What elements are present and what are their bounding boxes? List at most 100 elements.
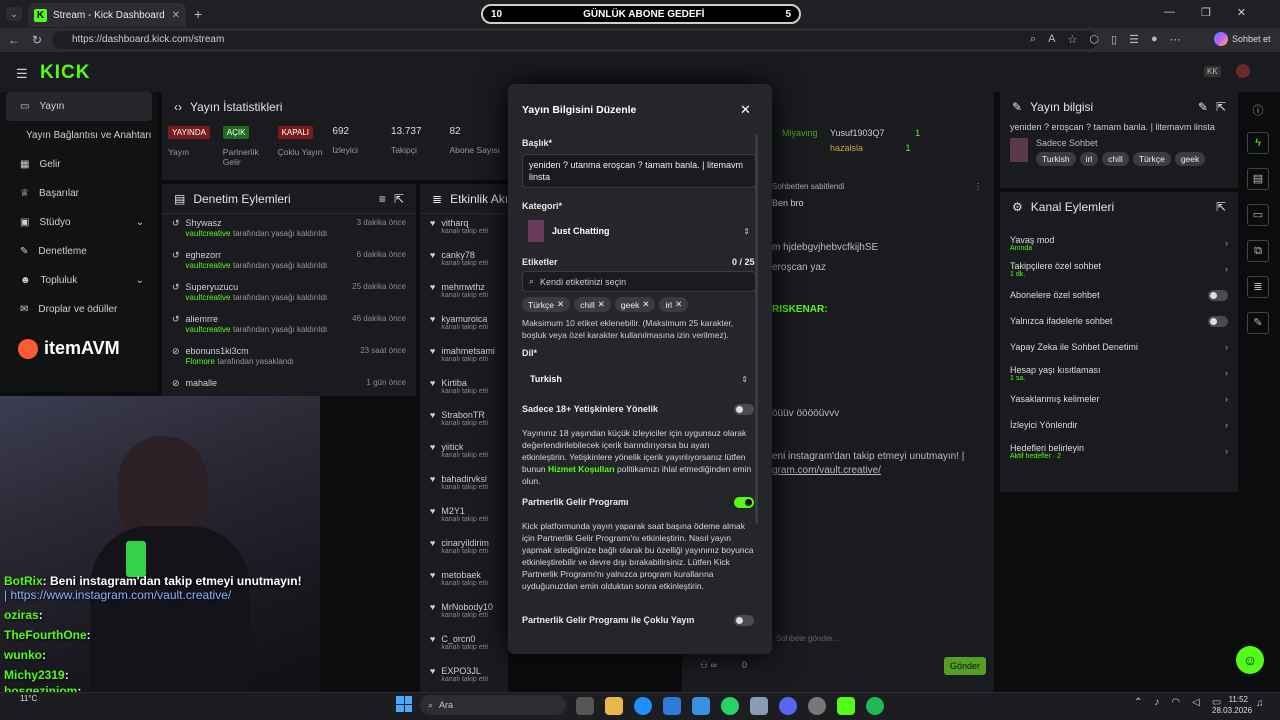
copilot-button[interactable]: Sohbet et: [1214, 32, 1271, 46]
extensions-icon[interactable]: ⬡: [1089, 33, 1099, 46]
channel-action-item[interactable]: Yavaş mod Anında ›: [1000, 230, 1238, 256]
sidebar-item-studyo[interactable]: ▣ Stüdyo ⌄: [0, 208, 158, 237]
sidebar-item-yayin[interactable]: ▭ Yayın: [6, 92, 152, 121]
activity-desc: kanalı takip etti: [441, 292, 489, 299]
sidebar-item-basarilar[interactable]: ♕ Başarılar: [0, 179, 158, 208]
modal-scrollbar[interactable]: [755, 134, 758, 524]
title-input[interactable]: yeniden ? utanma eroşcan ? tamam banla. …: [522, 154, 756, 188]
remove-tag-icon[interactable]: ✕: [675, 299, 682, 310]
modal-tag[interactable]: irl ✕: [659, 297, 689, 312]
multistream-toggle[interactable]: [734, 615, 754, 626]
weather-widget[interactable]: 11°C: [20, 694, 37, 703]
sidebar-item-droplar[interactable]: ✉ Droplar ve ödüller: [0, 295, 158, 324]
remove-tag-icon[interactable]: ✕: [642, 299, 649, 310]
taskbar-search[interactable]: ⌕ Ara: [420, 695, 566, 715]
doc-icon[interactable]: ▤: [1247, 168, 1269, 190]
channel-action-item[interactable]: Hesap yaşı kısıtlaması 1 sa. ›: [1000, 360, 1238, 386]
remove-tag-icon[interactable]: ✕: [557, 299, 564, 310]
pin-icon[interactable]: ⋮: [974, 182, 982, 191]
edge-icon[interactable]: [634, 697, 652, 715]
explorer-icon[interactable]: [605, 697, 623, 715]
wifi-icon[interactable]: ◠: [1171, 697, 1180, 708]
spotify-icon[interactable]: [866, 697, 884, 715]
taskview-icon[interactable]: [576, 697, 594, 715]
browser-tab[interactable]: K Stream - Kick Dashboard ✕: [28, 3, 186, 27]
channel-action-item[interactable]: Takipçilere özel sohbet 1 dk. ›: [1000, 256, 1238, 282]
favorite-icon[interactable]: ☆: [1068, 33, 1078, 46]
channel-toggle[interactable]: [1208, 289, 1228, 301]
terms-link[interactable]: Hizmet Koşulları: [548, 464, 615, 474]
reload-icon[interactable]: ↻: [32, 33, 42, 47]
info-icon[interactable]: ⓘ: [1253, 102, 1264, 118]
read-aloud-icon[interactable]: A: [1048, 33, 1055, 46]
channel-action-item[interactable]: Yalnızca ifadelerle sohbet: [1000, 308, 1238, 334]
chat-input[interactable]: Sohbete gönder...: [772, 630, 982, 648]
ext-icon[interactable]: KK: [1204, 66, 1221, 77]
profile-icon[interactable]: ●: [1151, 33, 1158, 46]
edit-icon[interactable]: ✎: [1198, 100, 1208, 114]
popout-icon[interactable]: ⇱: [1216, 200, 1226, 214]
tags-search-input[interactable]: ⌕ Kendi etiketinizi seçin: [522, 271, 756, 292]
kick-app-icon[interactable]: [837, 697, 855, 715]
list-icon[interactable]: ≣: [1247, 276, 1269, 298]
modal-tag[interactable]: Türkçe ✕: [522, 297, 571, 312]
maximize-icon[interactable]: ❐: [1201, 6, 1211, 19]
category-select[interactable]: Just Chatting ⇕: [522, 218, 756, 244]
collections-icon[interactable]: ☰: [1129, 33, 1139, 46]
settings-icon[interactable]: ✎: [1247, 312, 1269, 334]
mic-icon[interactable]: ♪: [1154, 697, 1159, 708]
chevron-up-icon[interactable]: ⌃: [1134, 697, 1142, 708]
obs-icon[interactable]: [808, 697, 826, 715]
channel-action-item[interactable]: Yapay Zeka ile Sohbet Denetimi ›: [1000, 334, 1238, 360]
url-field[interactable]: https://dashboard.kick.com/stream: [52, 31, 1098, 49]
mail-icon[interactable]: [692, 697, 710, 715]
close-tab-icon[interactable]: ✕: [172, 10, 180, 21]
filter-icon[interactable]: ≡: [379, 192, 386, 206]
discord-icon[interactable]: [779, 697, 797, 715]
channel-action-item[interactable]: Hedefleri belirleyin Aktif hedefler · 2 ›: [1000, 438, 1238, 464]
popout-icon[interactable]: ⇱: [394, 192, 404, 206]
close-window-icon[interactable]: ✕: [1237, 6, 1246, 19]
split-icon[interactable]: ▯: [1111, 33, 1117, 46]
popout-icon[interactable]: ⇱: [1216, 100, 1226, 114]
window-controls: — ❐ ✕: [1164, 6, 1246, 19]
menu-icon[interactable]: ☰: [16, 66, 28, 82]
volume-icon[interactable]: ◁: [1192, 697, 1200, 708]
avatar[interactable]: [1236, 64, 1250, 78]
sidebar-item-denetleme[interactable]: ✎ Denetleme: [0, 237, 158, 266]
send-button[interactable]: Gönder: [944, 657, 987, 675]
chat-icon[interactable]: ▭: [1247, 204, 1269, 226]
channel-action-item[interactable]: Abonelere özel sohbet: [1000, 282, 1238, 308]
app-icon[interactable]: [750, 697, 768, 715]
minimize-icon[interactable]: —: [1164, 6, 1175, 19]
channel-toggle[interactable]: [1208, 315, 1228, 327]
modal-tag[interactable]: chill ✕: [574, 297, 611, 312]
language-select[interactable]: Turkish ⇕: [522, 366, 756, 392]
modal-tag[interactable]: geek ✕: [614, 297, 656, 312]
adult-toggle[interactable]: [734, 404, 754, 415]
more-icon[interactable]: ⋯: [1170, 33, 1181, 46]
kick-logo[interactable]: KICK: [40, 62, 90, 84]
clock[interactable]: 11:52 28.03.2026: [1212, 694, 1252, 716]
back-icon[interactable]: ←: [8, 33, 20, 47]
zoom-icon[interactable]: ⌕: [1030, 33, 1036, 46]
bolt-icon[interactable]: ϟ: [1247, 132, 1269, 154]
new-tab-icon[interactable]: +: [194, 6, 202, 22]
tab-list-icon[interactable]: ⌄: [6, 7, 22, 21]
store-icon[interactable]: [663, 697, 681, 715]
channel-action-item[interactable]: İzleyici Yönlendir ›: [1000, 412, 1238, 438]
sidebar-item-stream-key[interactable]: Yayın Bağlantısı ve Anahtarı: [0, 121, 158, 150]
sidebar-item-topluluk[interactable]: ☻ Topluluk ⌄: [0, 266, 158, 295]
activity-title: Etkinlik Akışı: [450, 191, 508, 206]
pinned-label: Sohbetten sabitlendi ⋮: [772, 182, 992, 191]
split-view-icon[interactable]: ⧉: [1247, 240, 1269, 262]
windows-start-icon[interactable]: [396, 696, 412, 712]
partner-toggle[interactable]: [734, 497, 754, 508]
close-icon[interactable]: ✕: [740, 102, 751, 118]
sidebar-item-gelir[interactable]: ▦ Gelir: [0, 150, 158, 179]
remove-tag-icon[interactable]: ✕: [598, 299, 605, 310]
whatsapp-icon[interactable]: [721, 697, 739, 715]
channel-action-item[interactable]: Yasaklanmış kelimeler ›: [1000, 386, 1238, 412]
bell-icon[interactable]: ♫: [1256, 698, 1264, 709]
help-fab-icon[interactable]: ☺: [1236, 646, 1264, 674]
